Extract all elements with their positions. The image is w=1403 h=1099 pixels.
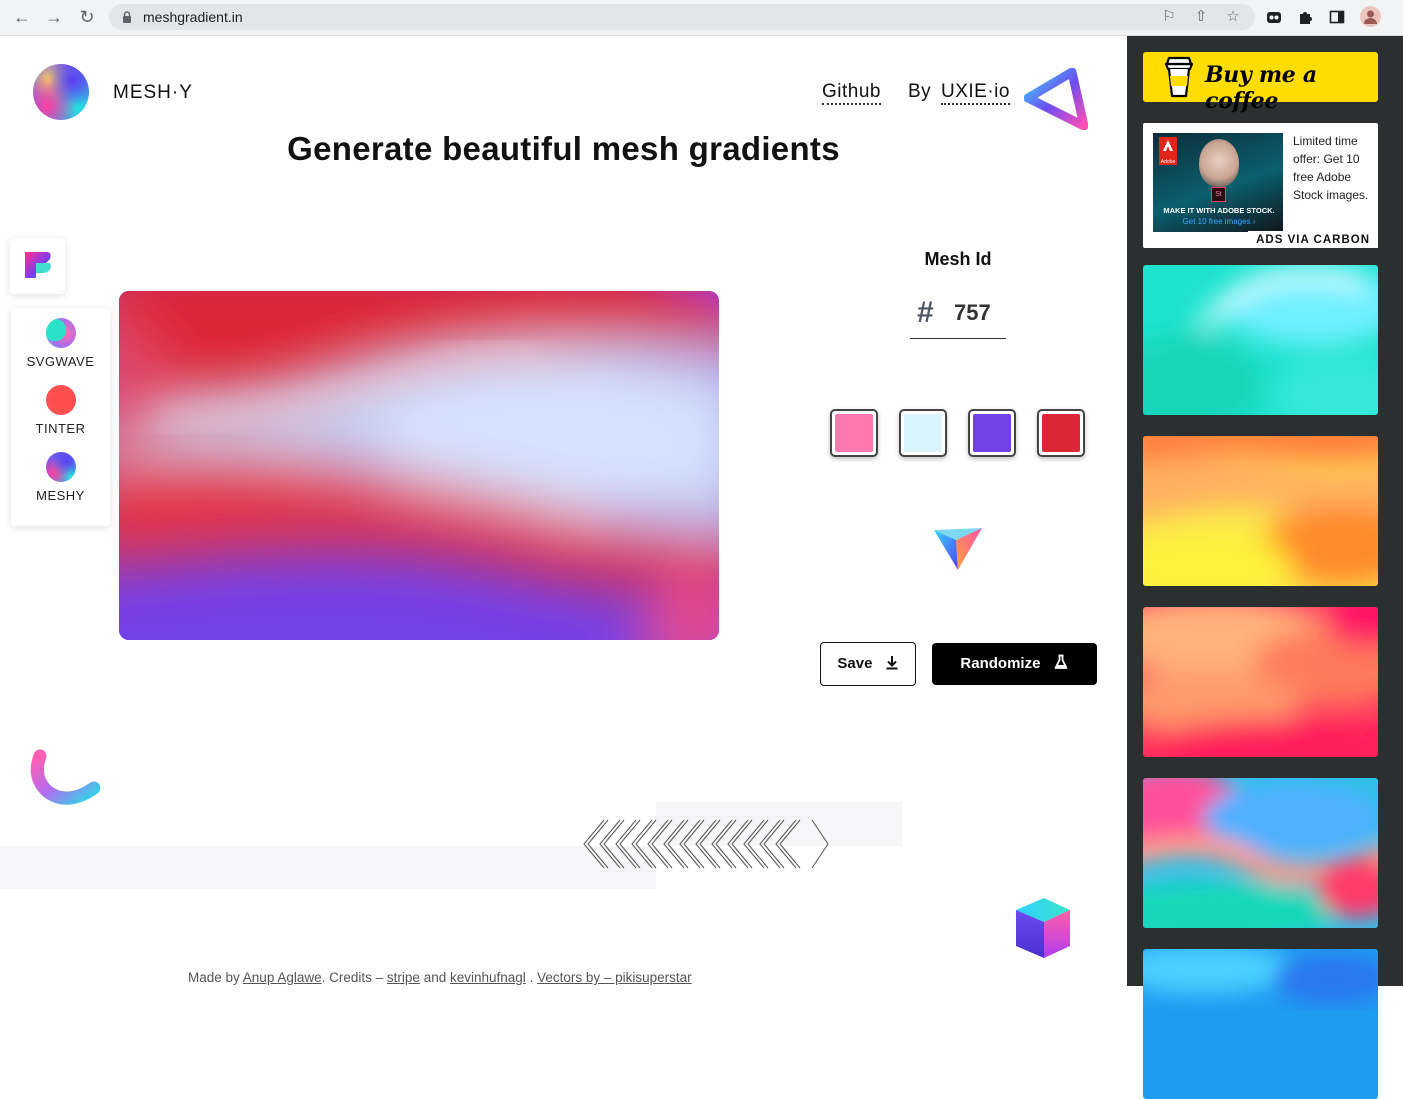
chevrons-decoration-icon (583, 819, 829, 869)
share-icon[interactable]: ⇧ (1191, 7, 1211, 27)
footer-and: and (423, 970, 447, 985)
cube-decoration-icon (1016, 898, 1070, 958)
by-uxie: By UXIE·io (908, 81, 1010, 105)
lock-icon (123, 11, 131, 23)
randomize-button[interactable]: Randomize (932, 643, 1097, 685)
adobe-label: Adobe (1160, 159, 1176, 165)
swatch-color (1042, 414, 1080, 452)
decor-band-left (0, 846, 656, 889)
randomize-button-label: Randomize (960, 655, 1041, 672)
forward-icon[interactable]: → (43, 6, 65, 28)
mesh-id-input[interactable]: # 757 (910, 294, 1006, 339)
svgwave-icon (45, 318, 76, 348)
gradient-thumbnail-3[interactable] (1143, 607, 1378, 757)
profile-avatar[interactable] (1360, 6, 1381, 27)
footer-credits: . Credits – (321, 970, 384, 985)
page-content: MESH·Y Github By UXIE·io Generate beauti… (0, 36, 1127, 986)
side-panel-icon[interactable] (1329, 9, 1345, 25)
menu-kebab-icon[interactable]: ⋮ (1396, 8, 1403, 28)
bookmark-star-icon[interactable]: ☆ (1223, 7, 1243, 27)
mesh-id-value[interactable]: 757 (954, 300, 991, 326)
stock-st-icon: St (1211, 187, 1226, 202)
prism-decoration-icon (934, 528, 982, 570)
adobe-logo-icon: Adobe (1159, 137, 1177, 165)
flask-icon (1054, 654, 1067, 669)
app-label: SVGWAVE (26, 354, 95, 369)
download-icon (886, 656, 898, 670)
browser-toolbar: ← → ↻ meshgradient.in ⚐ ⇧ ☆ ⋮ (0, 0, 1403, 36)
page-title: Generate beautiful mesh gradients (287, 130, 840, 167)
url-text: meshgradient.in (143, 9, 243, 25)
mesh-gradient-canvas[interactable] (119, 291, 719, 640)
uxie-link[interactable]: UXIE·io (940, 81, 1010, 105)
triangle-decoration-icon (1024, 68, 1088, 130)
footer: Made by Anup Aglawe. Credits – stripe an… (188, 970, 692, 985)
ad-image-headline: MAKE IT WITH ADOBE STOCK. (1163, 206, 1275, 215)
color-swatch-2[interactable] (899, 409, 947, 457)
footer-sep: . (529, 970, 534, 985)
meshy-icon (45, 452, 76, 482)
brand-name[interactable]: MESH·Y (113, 82, 193, 104)
color-swatch-4[interactable] (1037, 409, 1085, 457)
gradient-gallery-sidebar: Buy me a coffee Adobe St MAKE IT WITH AD… (1127, 36, 1403, 1099)
gradient-thumbnail-2[interactable] (1143, 436, 1378, 586)
app-label: MESHY (36, 488, 85, 503)
puzzle-extensions-icon[interactable] (1297, 9, 1313, 25)
footer-made-by: Made by (188, 970, 240, 985)
buy-me-a-coffee-button[interactable]: Buy me a coffee (1143, 52, 1378, 114)
meshy-logo-icon[interactable] (33, 64, 89, 120)
swatch-color (835, 414, 873, 452)
app-svgwave[interactable]: SVGWAVE (11, 318, 110, 369)
gradient-thumbnail-4[interactable] (1143, 778, 1378, 928)
github-link-label[interactable]: Github (822, 81, 881, 105)
buy-me-a-coffee-label: Buy me a coffee (1205, 62, 1317, 114)
stripe-link[interactable]: stripe (387, 970, 420, 985)
gradient-thumbnail-5[interactable] (1143, 949, 1378, 1099)
by-label: By (908, 81, 932, 102)
ad-face (1199, 139, 1239, 187)
app-switcher-logo[interactable] (10, 238, 65, 294)
carbon-ad[interactable]: Adobe St MAKE IT WITH ADOBE STOCK. Get 1… (1143, 123, 1378, 248)
save-button-label: Save (837, 655, 873, 672)
ad-image-cta: Get 10 free images › (1182, 217, 1256, 226)
reload-icon[interactable]: ↻ (76, 6, 98, 28)
swatch-color (973, 414, 1011, 452)
app-label: TINTER (35, 421, 86, 436)
app-meshy[interactable]: MESHY (11, 452, 110, 503)
gradient-thumbnail-1[interactable] (1143, 265, 1378, 415)
ads-via-carbon[interactable]: ADS VIA CARBON (1248, 231, 1378, 248)
vectors-link[interactable]: Vectors by – pikisuperstar (537, 970, 692, 985)
app-logo-icon (25, 252, 51, 278)
kevinhufnagl-link[interactable]: kevinhufnagl (450, 970, 526, 985)
extension-icon[interactable] (1266, 9, 1282, 25)
translate-icon[interactable]: ⚐ (1159, 7, 1179, 27)
save-button[interactable]: Save (820, 642, 916, 686)
back-icon[interactable]: ← (11, 6, 33, 28)
hash-icon: # (917, 296, 934, 329)
app-tinter[interactable]: TINTER (11, 385, 110, 436)
author-link[interactable]: Anup Aglawe (243, 970, 322, 985)
tinter-icon (45, 385, 76, 415)
github-link[interactable]: Github (822, 81, 881, 105)
app-switcher: SVGWAVE TINTER MESHY (11, 308, 110, 526)
ad-image[interactable]: Adobe St MAKE IT WITH ADOBE STOCK. Get 1… (1153, 133, 1283, 232)
ad-text[interactable]: Limited time offer: Get 10 free Adobe St… (1293, 132, 1373, 204)
coffee-cup-icon (1164, 56, 1194, 98)
color-swatch-1[interactable] (830, 409, 878, 457)
mesh-id-label: Mesh Id (924, 249, 992, 269)
color-swatch-3[interactable] (968, 409, 1016, 457)
swatch-color (904, 414, 942, 452)
arc-decoration-icon (30, 749, 100, 805)
address-bar[interactable]: meshgradient.in ⚐ ⇧ ☆ (109, 4, 1255, 30)
